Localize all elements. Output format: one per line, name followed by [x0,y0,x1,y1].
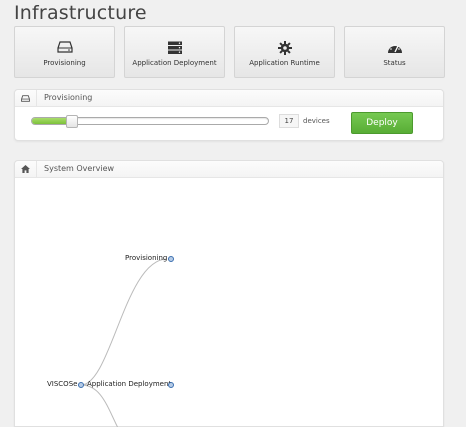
node-label-provisioning: Provisioning [125,254,168,262]
nav-tile-status[interactable]: Status [344,26,445,78]
page-title: Infrastructure [14,2,147,24]
provisioning-panel: Provisioning 17 devices Deploy [14,89,444,141]
node-deployment[interactable] [168,382,174,388]
nav-tile-application-runtime[interactable]: Application Runtime [234,26,335,78]
node-label-deployment: Application Deployment [87,380,172,388]
device-count-unit: devices [303,117,330,125]
server-icon [125,41,224,55]
node-provisioning[interactable] [168,256,174,262]
system-overview-panel: System Overview Provisioning VISCOSe App… [14,160,444,427]
node-root[interactable] [78,382,84,388]
nav-tile-label: Status [383,59,406,67]
device-count-slider[interactable] [31,115,269,128]
nav-tile-application-deployment[interactable]: Application Deployment [124,26,225,78]
slider-handle[interactable] [66,115,79,128]
device-count-field[interactable]: 17 [279,114,299,128]
nav-tile-label: Provisioning [43,59,86,67]
nav-tile-label: Application Deployment [132,59,217,67]
drive-icon [15,41,114,55]
nav-tile-provisioning[interactable]: Provisioning [14,26,115,78]
gear-icon [235,41,334,55]
deploy-button[interactable]: Deploy [351,112,413,134]
panel-title: Provisioning [44,93,93,102]
node-label-root: VISCOSe [47,380,78,388]
nav-tile-label: Application Runtime [249,59,320,67]
dashboard-icon [345,41,444,55]
panel-header: Provisioning [15,90,443,107]
drive-icon [15,90,37,106]
